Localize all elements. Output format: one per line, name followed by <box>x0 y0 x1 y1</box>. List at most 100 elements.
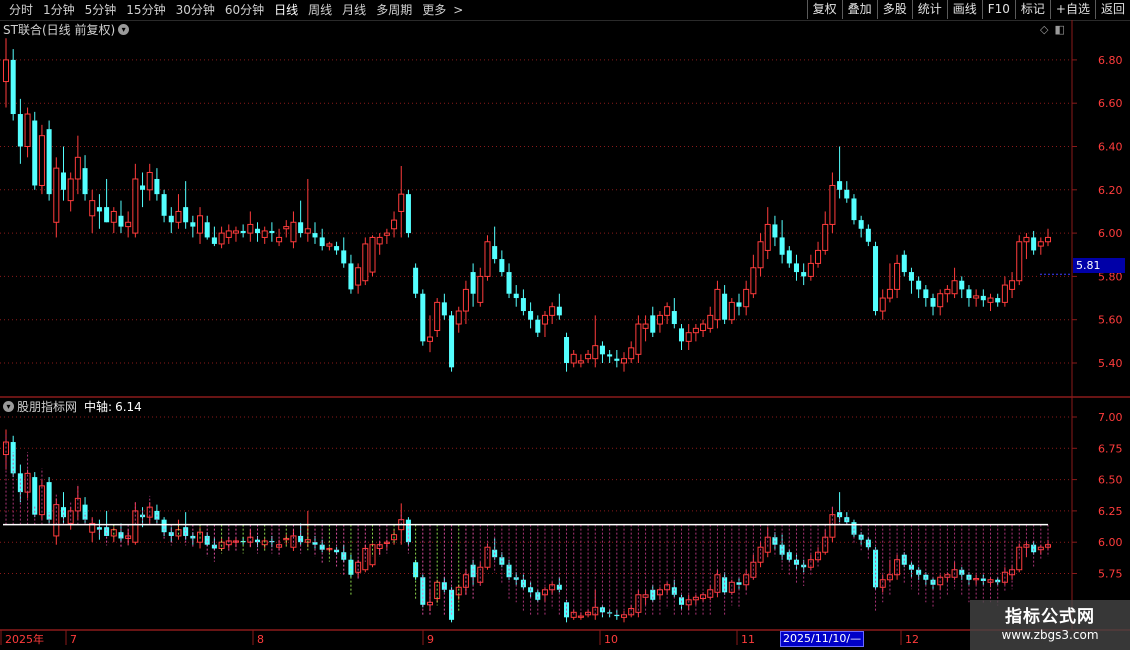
candle-body <box>1009 280 1016 290</box>
candle <box>298 200 304 238</box>
candle-body <box>599 345 605 355</box>
candle <box>851 194 857 225</box>
candle <box>405 189 411 238</box>
candle <box>599 341 605 363</box>
candle <box>269 222 275 242</box>
current-price-tag: 5.81 <box>1073 258 1125 273</box>
candle <box>879 289 886 320</box>
candle-body <box>255 228 261 234</box>
candle <box>858 215 864 238</box>
candle <box>146 163 153 201</box>
candle <box>599 604 605 618</box>
candle-body <box>290 221 297 243</box>
candle-body <box>973 295 980 299</box>
candle-body <box>829 514 836 538</box>
candle <box>470 263 476 307</box>
time-label: 2025年 <box>5 632 44 646</box>
candle <box>211 226 217 247</box>
candle-body <box>700 323 707 332</box>
kline-chart[interactable]: 6.806.606.406.206.005.805.605.407.006.75… <box>0 0 1130 650</box>
candle <box>261 226 268 244</box>
candle <box>276 228 283 247</box>
candle-body <box>577 615 584 618</box>
candle-body <box>449 315 455 368</box>
candle-body <box>764 223 771 251</box>
candle <box>764 207 771 260</box>
candle-body <box>140 185 146 190</box>
candle <box>894 254 901 299</box>
time-label: 12 <box>905 633 919 646</box>
candle-body <box>67 178 74 202</box>
sub-price-tick: 6.25 <box>1098 505 1123 518</box>
candle-body <box>973 578 980 581</box>
candle <box>937 289 944 316</box>
candle <box>671 298 677 329</box>
candle-body <box>995 298 1001 303</box>
candle <box>886 263 893 303</box>
main-price-tick: 6.80 <box>1098 54 1123 67</box>
candle-body <box>908 272 914 281</box>
candle <box>577 354 584 368</box>
candle-body <box>750 267 757 295</box>
candle-body <box>369 236 376 273</box>
candle-body <box>901 254 907 273</box>
candle <box>38 124 45 195</box>
candle <box>24 107 31 158</box>
candle-body <box>966 289 972 299</box>
candle-body <box>678 328 685 342</box>
candle <box>104 510 110 536</box>
candle <box>722 572 728 595</box>
candle <box>290 211 297 249</box>
candle <box>82 155 88 201</box>
candle-body <box>326 243 333 247</box>
candle-body <box>477 275 484 303</box>
sub-price-tick: 6.75 <box>1098 442 1123 455</box>
candle <box>886 559 893 583</box>
candle-body <box>161 194 167 216</box>
candle <box>678 324 685 351</box>
candle <box>434 579 441 603</box>
main-price-tick: 6.20 <box>1098 184 1123 197</box>
candle-body <box>183 207 189 223</box>
candle <box>398 165 405 238</box>
candle <box>923 285 929 307</box>
candle-body <box>211 237 217 244</box>
candle <box>614 609 620 620</box>
candle-body <box>146 171 153 191</box>
candle <box>304 178 311 242</box>
candle-body <box>1016 241 1023 282</box>
time-label: 9 <box>427 633 434 646</box>
candle-body <box>930 298 936 307</box>
candle-body <box>376 236 383 245</box>
candle <box>67 172 74 212</box>
candle-body <box>197 215 204 234</box>
candle-body <box>916 280 922 290</box>
candle-body <box>807 262 814 277</box>
candle <box>247 211 254 242</box>
candle-body <box>528 311 534 320</box>
candle <box>326 241 333 251</box>
candle-body <box>851 198 857 221</box>
time-label: 10 <box>604 633 618 646</box>
candle <box>707 306 714 333</box>
candle-body <box>426 336 434 342</box>
sub-price-tick: 6.00 <box>1098 536 1123 549</box>
candle-body <box>556 306 562 316</box>
candle-body <box>383 232 390 236</box>
candle <box>592 315 599 368</box>
candle-body <box>822 223 829 251</box>
candle-body <box>535 319 541 333</box>
candle <box>908 267 914 294</box>
candle <box>383 228 390 244</box>
candle <box>255 222 261 242</box>
candle <box>535 589 541 603</box>
candle <box>225 224 232 244</box>
candle-body <box>484 241 491 277</box>
candle-body <box>283 226 290 230</box>
candle <box>104 178 110 223</box>
candle-body <box>837 181 843 190</box>
candle-body <box>247 223 254 234</box>
candle-body <box>420 293 426 342</box>
candle-body <box>620 358 628 364</box>
candle-body <box>570 353 577 364</box>
